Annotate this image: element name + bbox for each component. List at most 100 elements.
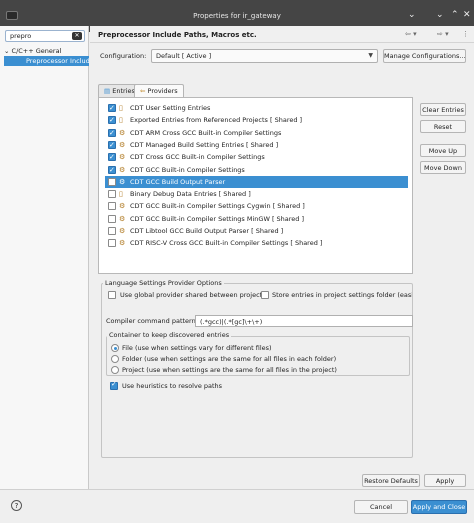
provider-row[interactable]: ⚙ CDT Managed Build Setting Entries [ Sha… — [105, 139, 408, 151]
back-icon[interactable]: ⇦ ▾ — [405, 30, 417, 38]
provider-row[interactable]: ⚙ CDT GCC Built-in Compiler Settings — [105, 164, 408, 176]
tree-item-preprocessor-include[interactable]: Preprocessor Include — [4, 56, 89, 66]
folder-icon: ▯ — [119, 104, 123, 112]
provider-row[interactable]: ▯ CDT User Setting Entries — [105, 102, 408, 114]
gear-icon: ⚙ — [119, 140, 126, 149]
providers-tab-icon: ⇐ — [140, 87, 146, 95]
minimize-icon[interactable]: ⌄ — [436, 10, 444, 20]
tab-label: Entries — [112, 87, 135, 95]
provider-checkbox[interactable] — [108, 190, 116, 199]
provider-label: CDT User Setting Entries — [130, 104, 211, 112]
provider-checkbox[interactable] — [108, 164, 116, 176]
provider-options-title: Language Settings Provider Options — [103, 279, 224, 287]
radio-file-label: File (use when settings vary for differe… — [122, 344, 272, 352]
provider-row[interactable]: ⚙ CDT Libtool GCC Build Output Parser [ S… — [105, 225, 408, 237]
close-icon[interactable]: ✕ — [463, 10, 471, 20]
compiler-pattern-input[interactable]: (.*gcc)|(.*[gc]\+\+) — [195, 315, 413, 327]
move-down-button[interactable]: Move Down — [420, 161, 466, 174]
gear-icon: ⚙ — [119, 165, 126, 174]
move-up-button[interactable]: Move Up — [420, 144, 466, 157]
heuristics-label: Use heuristics to resolve paths — [122, 382, 223, 390]
providers-list: ▯ CDT User Setting Entries ▯ Exported Entri… — [98, 97, 413, 274]
store-entries-checkbox[interactable] — [261, 291, 269, 299]
provider-row[interactable]: ⚙ CDT ARM Cross GCC Built-in Compiler Set… — [105, 127, 408, 139]
cancel-button[interactable]: Cancel — [354, 500, 408, 514]
keep-above-icon[interactable]: ⌄ — [408, 10, 416, 20]
chevron-down-icon: ▼ — [368, 52, 373, 59]
provider-checkbox[interactable] — [108, 102, 116, 114]
help-icon[interactable]: ? — [11, 500, 22, 511]
reset-button[interactable]: Reset — [420, 120, 466, 133]
page-header: Preprocessor Include Paths, Macros etc. … — [90, 26, 474, 43]
apply-button[interactable]: Apply — [424, 474, 466, 487]
provider-checkbox[interactable] — [108, 127, 116, 139]
window-title: Properties for ir_gateway — [193, 12, 281, 20]
provider-label: CDT Cross GCC Built-in Compiler Settings — [130, 153, 265, 162]
maximize-icon[interactable]: ⌃ — [451, 10, 459, 20]
forward-icon[interactable]: ⇨ ▾ — [437, 30, 449, 38]
entries-tab-icon: ▤ — [104, 87, 111, 95]
provider-checkbox[interactable] — [108, 114, 116, 126]
document-icon: ▯ — [119, 190, 123, 199]
menu-icon[interactable]: ⋮ — [462, 30, 469, 38]
configuration-label: Configuration: — [100, 52, 147, 60]
manage-configurations-button[interactable]: Manage Configurations... — [383, 49, 466, 63]
sidebar: prepro ✕ ⌄ C/C++ General Preprocessor In… — [0, 26, 89, 489]
tab-providers[interactable]: ⇐ Providers — [134, 84, 184, 97]
provider-row[interactable]: ▯ Binary Debug Data Entries [ Shared ] — [105, 188, 408, 200]
container-group-title: Container to keep discovered entries — [107, 331, 232, 339]
page-title: Preprocessor Include Paths, Macros etc. — [98, 31, 257, 39]
radio-folder-label: Folder (use when settings are the same f… — [122, 355, 337, 363]
clear-entries-button[interactable]: Clear Entries — [420, 103, 466, 116]
tree-item-label: C/C++ General — [11, 47, 62, 55]
gear-icon: ⚙ — [119, 153, 126, 162]
provider-checkbox[interactable] — [108, 177, 116, 186]
heuristics-checkbox[interactable] — [110, 380, 118, 390]
radio-file[interactable] — [111, 344, 119, 352]
provider-row[interactable]: ▯ Exported Entries from Referenced Projec… — [105, 114, 408, 126]
radio-project[interactable] — [111, 366, 119, 374]
gear-icon: ⚙ — [119, 239, 126, 248]
apply-and-close-button[interactable]: Apply and Close — [411, 500, 467, 514]
provider-row[interactable]: ⚙ CDT RISC-V Cross GCC Built-in Compiler … — [105, 237, 408, 249]
filter-value: prepro — [10, 32, 32, 40]
provider-label: CDT ARM Cross GCC Built-in Compiler Sett… — [130, 128, 282, 137]
provider-checkbox[interactable] — [108, 214, 116, 223]
provider-label: CDT Libtool GCC Build Output Parser [ Sh… — [130, 227, 284, 235]
restore-defaults-button[interactable]: Restore Defaults — [362, 474, 420, 487]
tab-label: Providers — [147, 87, 178, 95]
dialog-footer: ? Cancel Apply and Close — [0, 489, 474, 523]
provider-row[interactable]: ⚙ CDT GCC Build Output Parser — [105, 175, 408, 188]
tree-item-cpp-general[interactable]: ⌄ C/C++ General — [4, 47, 61, 55]
tree-item-label: Preprocessor Include — [26, 57, 89, 65]
configuration-select[interactable]: Default [ Active ] ▼ — [151, 49, 378, 63]
provider-checkbox[interactable] — [108, 239, 116, 248]
radio-project-label: Project (use when settings are the same … — [122, 366, 337, 374]
gear-icon: ⚙ — [119, 214, 126, 223]
provider-label: CDT GCC Built-in Compiler Settings MinGW… — [130, 214, 305, 223]
provider-row[interactable]: ⚙ CDT Cross GCC Built-in Compiler Setting… — [105, 151, 408, 163]
clear-filter-icon[interactable]: ✕ — [72, 32, 82, 40]
provider-checkbox[interactable] — [108, 202, 116, 211]
provider-label: Binary Debug Data Entries [ Shared ] — [130, 190, 251, 199]
radio-folder[interactable] — [111, 355, 119, 363]
provider-label: CDT GCC Build Output Parser — [130, 177, 226, 186]
provider-label: Exported Entries from Referenced Project… — [130, 116, 303, 125]
provider-label: CDT RISC-V Cross GCC Built-in Compiler S… — [130, 239, 323, 248]
provider-label: CDT GCC Built-in Compiler Settings Cygwi… — [130, 202, 305, 211]
provider-row[interactable]: ⚙ CDT GCC Built-in Compiler Settings Cygw… — [105, 200, 408, 212]
provider-checkbox[interactable] — [108, 227, 116, 235]
provider-row[interactable]: ⚙ CDT GCC Built-in Compiler Settings MinG… — [105, 213, 408, 225]
provider-label: CDT GCC Built-in Compiler Settings — [130, 165, 245, 174]
parser-icon: ⚙ — [119, 227, 126, 235]
collapse-arrow-icon[interactable]: ⌄ — [4, 47, 9, 55]
folder-icon: ▯ — [119, 116, 123, 125]
use-global-checkbox[interactable] — [108, 291, 116, 299]
provider-label: CDT Managed Build Setting Entries [ Shar… — [130, 140, 279, 149]
gear-icon: ⚙ — [119, 202, 126, 211]
provider-checkbox[interactable] — [108, 139, 116, 151]
filter-input[interactable]: prepro ✕ — [5, 30, 85, 42]
store-entries-label: Store entries in project settings folder… — [272, 291, 412, 299]
parser-icon: ⚙ — [119, 177, 126, 186]
provider-checkbox[interactable] — [108, 151, 116, 163]
